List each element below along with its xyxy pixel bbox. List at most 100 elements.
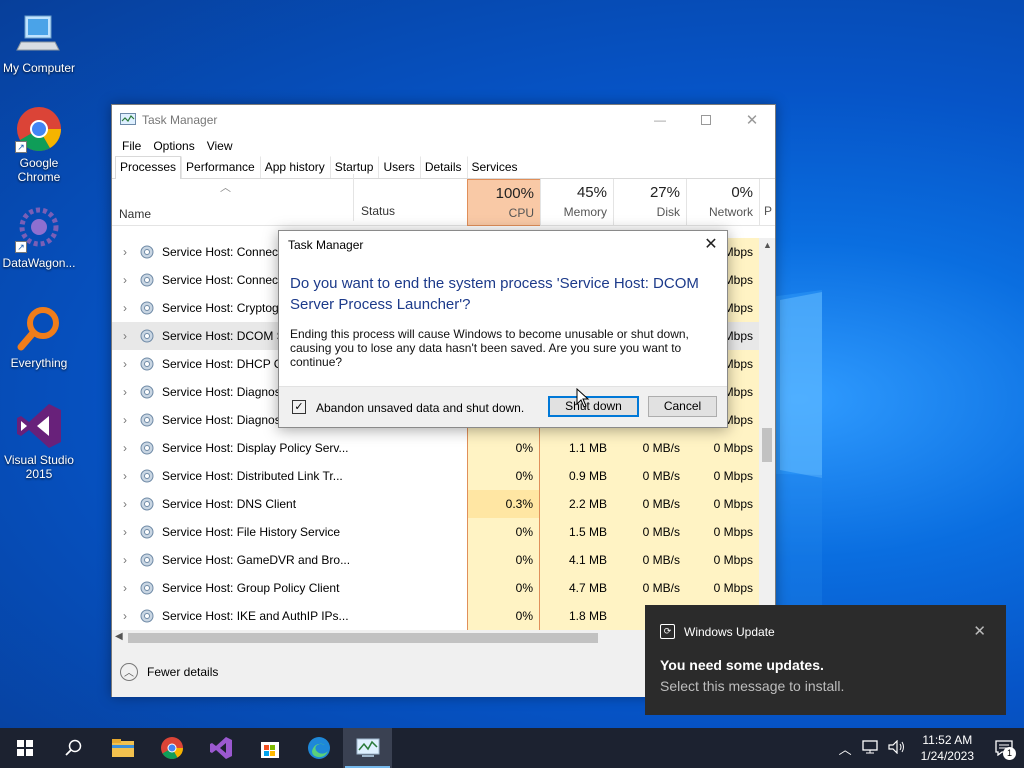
taskbar-visual-studio[interactable] <box>196 728 245 768</box>
close-button[interactable]: ✕ <box>729 105 775 135</box>
desktop-icon-label: Everything <box>10 356 68 370</box>
gear-icon <box>139 272 155 288</box>
column-disk[interactable]: 27% Disk <box>613 179 686 226</box>
expand-chevron-icon[interactable]: › <box>115 609 135 623</box>
expand-chevron-icon[interactable]: › <box>115 525 135 539</box>
menu-bar: File Options View <box>112 135 775 157</box>
column-status[interactable]: Status <box>353 174 467 221</box>
scroll-left-icon[interactable]: ◀ <box>115 631 123 642</box>
column-memory[interactable]: 45% Memory <box>540 179 613 226</box>
table-row[interactable]: › Service Host: Group Policy Client 0% 4.7 … <box>112 574 762 602</box>
expand-chevron-icon[interactable]: › <box>115 301 135 315</box>
folder-icon <box>111 739 134 757</box>
network-percent: 0% <box>731 184 753 201</box>
shortcut-arrow-icon: ↗ <box>15 241 27 253</box>
scroll-thumb[interactable] <box>128 633 598 643</box>
desktop-icon-label: Google Chrome <box>17 156 61 184</box>
tab-processes[interactable]: Processes <box>115 156 182 179</box>
notification-count-badge: 1 <box>1003 747 1016 760</box>
expand-chevron-icon[interactable]: › <box>115 385 135 399</box>
column-network[interactable]: 0% Network <box>686 179 759 226</box>
tab-services[interactable]: Services <box>466 156 523 178</box>
column-power[interactable]: P <box>759 179 775 226</box>
maximize-button[interactable] <box>683 105 729 135</box>
end-process-dialog: Task Manager ✕ Do you want to end the sy… <box>278 230 728 428</box>
taskbar-task-manager[interactable] <box>343 728 392 768</box>
menu-view[interactable]: View <box>201 139 239 153</box>
windows-update-toast[interactable]: ⟳ Windows Update ✕ You need some updates… <box>645 605 1006 715</box>
checkmark-icon: ✓ <box>294 401 304 413</box>
column-header: ︿ Name Status 100% CPU 45% Memory 27% Di… <box>112 174 775 226</box>
vertical-scrollbar[interactable]: ▲ <box>759 238 775 630</box>
gear-icon <box>139 328 155 344</box>
table-row[interactable]: › Service Host: DNS Client 0.3% 2.2 MB 0 MB/… <box>112 490 762 518</box>
task-manager-icon <box>120 113 136 125</box>
visual-studio-icon <box>15 402 63 450</box>
expand-chevron-icon[interactable]: › <box>115 413 135 427</box>
table-row[interactable]: › Service Host: Display Policy Serv... 0% 1… <box>112 434 762 462</box>
desktop-icon-visual-studio[interactable]: Visual Studio 2015 <box>0 402 78 481</box>
expand-chevron-icon[interactable]: › <box>115 357 135 371</box>
dialog-heading: Do you want to end the system process 'S… <box>290 275 699 313</box>
column-cpu[interactable]: 100% CPU <box>467 179 541 226</box>
expand-chevron-icon[interactable]: › <box>115 469 135 483</box>
scroll-thumb[interactable] <box>762 428 772 462</box>
minimize-button[interactable]: — <box>637 105 683 135</box>
network-label: Network <box>708 205 753 219</box>
toast-close-button[interactable]: ✕ <box>973 622 986 640</box>
gear-icon <box>139 524 155 540</box>
disk-percent: 27% <box>649 184 680 201</box>
show-hidden-icons-chevron-icon[interactable]: ︿ <box>834 739 857 758</box>
gear-icon <box>139 496 155 512</box>
datawagon-icon: ↗ <box>15 205 63 253</box>
update-icon: ⟳ <box>660 624 675 639</box>
clock[interactable]: 11:52 AM 1/24/2023 <box>911 732 984 764</box>
menu-file[interactable]: File <box>116 139 147 153</box>
table-row[interactable]: › Service Host: GameDVR and Bro... 0% 4.1 M… <box>112 546 762 574</box>
taskbar-store[interactable] <box>245 728 294 768</box>
table-row[interactable]: › Service Host: Distributed Link Tr... 0% 0… <box>112 462 762 490</box>
gear-icon <box>139 244 155 260</box>
tab-app-history[interactable]: App history <box>259 156 330 178</box>
expand-chevron-icon[interactable]: › <box>115 329 135 343</box>
gear-icon <box>139 412 155 428</box>
store-icon <box>260 742 279 758</box>
expand-chevron-icon[interactable]: › <box>115 581 135 595</box>
toast-heading: You need some updates. <box>660 657 824 673</box>
column-name[interactable]: Name <box>119 207 151 221</box>
gear-icon <box>139 356 155 372</box>
shut-down-button[interactable]: Shut down <box>548 396 639 417</box>
cancel-button[interactable]: Cancel <box>648 396 717 417</box>
desktop-icon-datawagon[interactable]: ↗ DataWagon... <box>0 205 78 270</box>
dialog-close-button[interactable]: ✕ <box>701 235 721 255</box>
abandon-data-checkbox[interactable]: ✓ <box>292 400 306 414</box>
expand-chevron-icon[interactable]: › <box>115 245 135 259</box>
network-icon[interactable] <box>857 739 883 757</box>
taskbar-edge[interactable] <box>294 728 343 768</box>
menu-options[interactable]: Options <box>147 139 200 153</box>
computer-icon <box>15 10 63 58</box>
scroll-up-icon[interactable]: ▲ <box>763 240 772 250</box>
action-center-button[interactable]: 1 <box>984 728 1024 768</box>
search-button[interactable] <box>49 728 98 768</box>
expand-chevron-icon[interactable]: › <box>115 553 135 567</box>
taskbar-file-explorer[interactable] <box>98 728 147 768</box>
expand-chevron-icon[interactable]: › <box>115 497 135 511</box>
tab-performance[interactable]: Performance <box>181 156 260 178</box>
table-row[interactable]: › Service Host: File History Service 0% 1.5… <box>112 518 762 546</box>
gear-icon <box>139 300 155 316</box>
volume-icon[interactable] <box>883 739 911 757</box>
fewer-details-link[interactable]: Fewer details <box>147 665 218 679</box>
expand-chevron-icon[interactable]: › <box>115 441 135 455</box>
desktop-icon-everything[interactable]: Everything <box>0 305 78 370</box>
desktop-icon-google-chrome[interactable]: ↗ Google Chrome <box>0 105 78 184</box>
close-icon: ✕ <box>973 623 986 640</box>
chevron-up-icon[interactable]: ︿ <box>120 662 138 681</box>
shortcut-arrow-icon: ↗ <box>15 141 27 153</box>
abandon-data-label[interactable]: Abandon unsaved data and shut down. <box>316 401 524 415</box>
dialog-footer: ✓ Abandon unsaved data and shut down. Sh… <box>279 386 727 427</box>
taskbar-chrome[interactable] <box>147 728 196 768</box>
desktop-icon-my-computer[interactable]: My Computer <box>0 10 78 75</box>
start-button[interactable] <box>0 728 49 768</box>
expand-chevron-icon[interactable]: › <box>115 273 135 287</box>
